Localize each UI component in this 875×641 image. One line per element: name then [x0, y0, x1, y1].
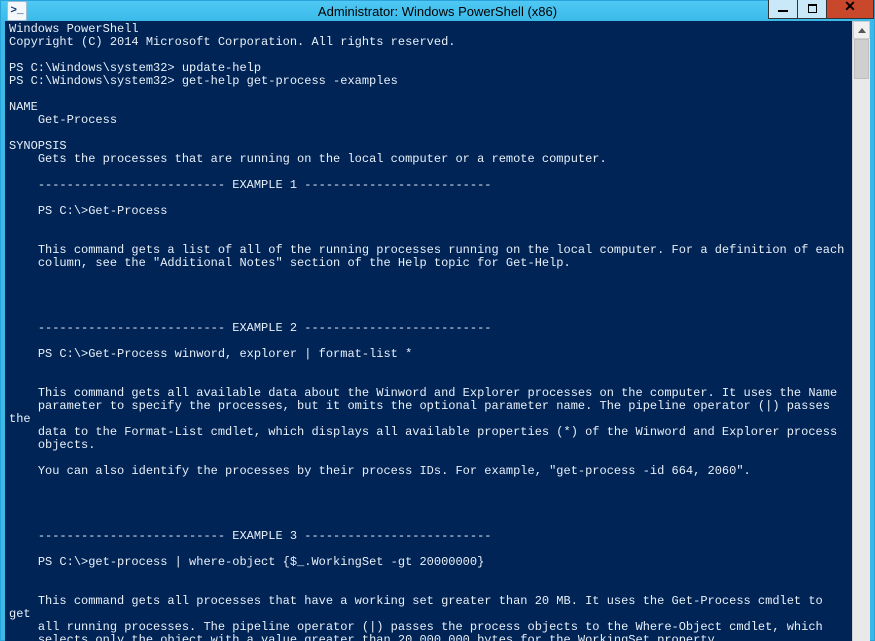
- maximize-icon: [808, 4, 817, 13]
- section-value: Get-Process: [9, 113, 117, 127]
- section-header: NAME: [9, 100, 38, 114]
- window-title: Administrator: Windows PowerShell (x86): [1, 4, 874, 19]
- example-rule: -------------------------- EXAMPLE 2 ---…: [9, 321, 492, 335]
- vertical-scrollbar[interactable]: [852, 21, 870, 641]
- powershell-window: >_ Administrator: Windows PowerShell (x8…: [0, 0, 875, 641]
- example-rule: -------------------------- EXAMPLE 1 ---…: [9, 178, 492, 192]
- prompt-line: PS C:\Windows\system32> update-help: [9, 61, 261, 75]
- example-description: This command gets all processes that hav…: [9, 594, 830, 641]
- example-rule: -------------------------- EXAMPLE 3 ---…: [9, 529, 492, 543]
- minimize-icon: [778, 10, 788, 12]
- close-button[interactable]: ✕: [826, 0, 874, 19]
- section-header: SYNOPSIS: [9, 139, 67, 153]
- minimize-button[interactable]: [768, 0, 798, 19]
- terminal-output[interactable]: Windows PowerShell Copyright (C) 2014 Mi…: [5, 21, 852, 641]
- example-command: PS C:\>Get-Process winword, explorer | f…: [9, 347, 412, 361]
- scrollbar-track[interactable]: [853, 39, 870, 641]
- section-value: Gets the processes that are running on t…: [9, 152, 607, 166]
- example-command: PS C:\>Get-Process: [9, 204, 167, 218]
- scroll-up-button[interactable]: [853, 21, 870, 39]
- close-icon: ✕: [844, 1, 856, 15]
- window-controls: ✕: [769, 0, 874, 19]
- example-command: PS C:\>get-process | where-object {$_.Wo…: [9, 555, 484, 569]
- banner-line: Windows PowerShell: [9, 22, 139, 36]
- banner-line: Copyright (C) 2014 Microsoft Corporation…: [9, 35, 455, 49]
- example-note: You can also identify the processes by t…: [9, 464, 751, 478]
- example-description: This command gets a list of all of the r…: [9, 243, 844, 270]
- maximize-button[interactable]: [797, 0, 827, 19]
- scrollbar-thumb[interactable]: [854, 39, 869, 79]
- example-description: This command gets all available data abo…: [9, 386, 837, 452]
- system-menu-icon[interactable]: >_: [7, 1, 27, 21]
- chevron-up-icon: [858, 28, 866, 33]
- titlebar[interactable]: >_ Administrator: Windows PowerShell (x8…: [1, 1, 874, 21]
- prompt-line: PS C:\Windows\system32> get-help get-pro…: [9, 74, 398, 88]
- client-area: Windows PowerShell Copyright (C) 2014 Mi…: [5, 21, 870, 641]
